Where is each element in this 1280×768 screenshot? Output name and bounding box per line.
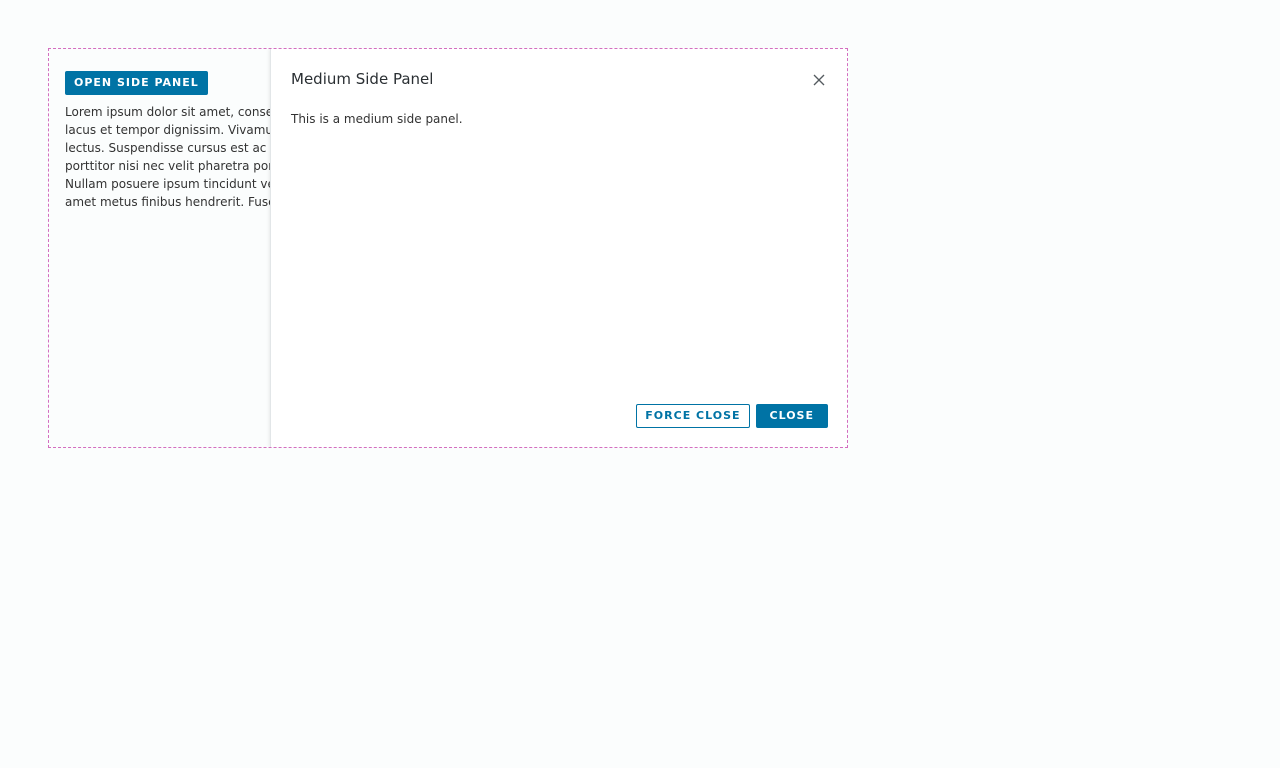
side-panel-title: Medium Side Panel bbox=[291, 70, 434, 88]
demo-container: OPEN SIDE PANEL Lorem ipsum dolor sit am… bbox=[48, 48, 848, 448]
side-panel-body: This is a medium side panel. bbox=[291, 112, 463, 126]
force-close-button[interactable]: FORCE CLOSE bbox=[636, 404, 750, 428]
close-icon[interactable] bbox=[812, 73, 826, 87]
side-panel-footer: FORCE CLOSE CLOSE bbox=[636, 404, 828, 428]
open-side-panel-button[interactable]: OPEN SIDE PANEL bbox=[65, 71, 208, 95]
side-panel: Medium Side Panel This is a medium side … bbox=[270, 49, 847, 447]
close-button[interactable]: CLOSE bbox=[755, 404, 828, 428]
